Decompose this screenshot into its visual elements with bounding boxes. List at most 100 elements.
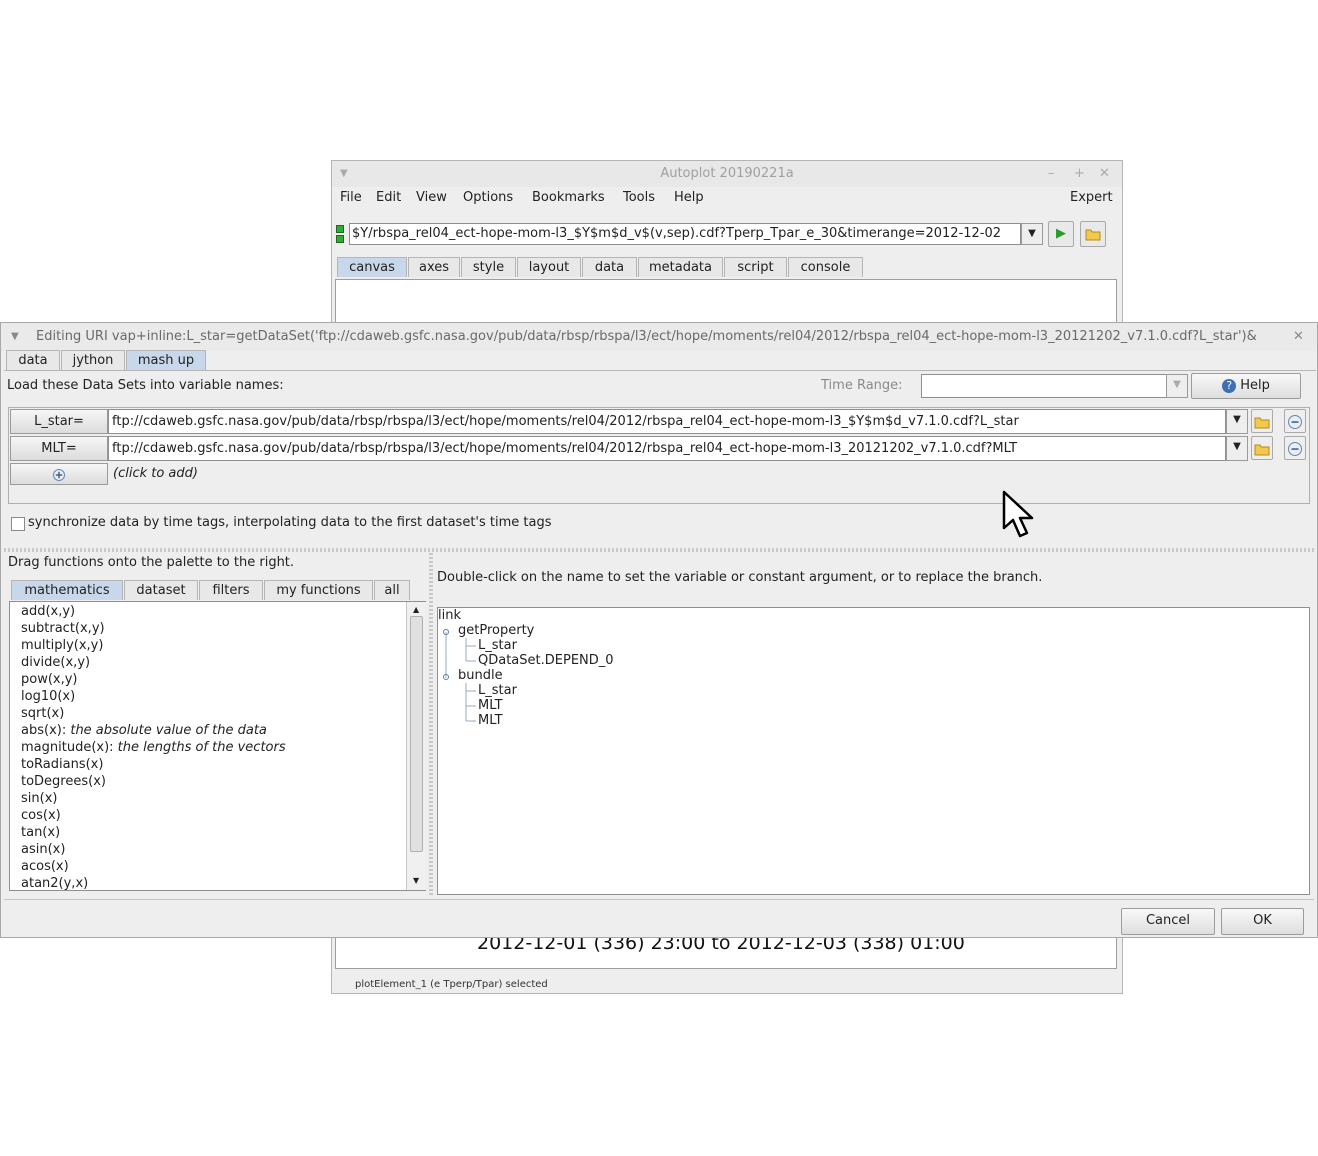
- dataset-uri-input[interactable]: ftp://cdaweb.gsfc.nasa.gov/pub/data/rbsp…: [108, 409, 1226, 434]
- function-list[interactable]: add(x,y) subtract(x,y) multiply(x,y) divide…: [9, 601, 426, 891]
- tree-instructions: Double-click on the name to set the vari…: [437, 570, 1043, 585]
- function-list-item[interactable]: acos(x): [21, 858, 69, 875]
- help-button[interactable]: ? Help: [1191, 373, 1301, 399]
- tree-leaf[interactable]: L_star: [478, 638, 517, 653]
- menu-file[interactable]: File: [340, 187, 362, 209]
- tree-node-getproperty[interactable]: getProperty: [458, 623, 534, 638]
- function-list-item[interactable]: sqrt(x): [21, 705, 64, 722]
- function-list-item[interactable]: add(x,y): [21, 603, 75, 620]
- function-name: atan2(y,x): [21, 876, 89, 891]
- scroll-up-icon[interactable]: ▲: [413, 605, 419, 614]
- dataset-uri-dropdown-button[interactable]: ▼: [1226, 436, 1248, 461]
- dataset-uri-input[interactable]: ftp://cdaweb.gsfc.nasa.gov/pub/data/rbsp…: [108, 436, 1226, 461]
- function-list-item[interactable]: cos(x): [21, 807, 61, 824]
- menu-view[interactable]: View: [416, 187, 447, 209]
- folder-open-icon[interactable]: [1251, 436, 1273, 460]
- tab-canvas[interactable]: canvas: [337, 257, 407, 277]
- function-name: asin(x): [21, 842, 66, 857]
- uri-dropdown-button[interactable]: ▼: [1021, 223, 1043, 245]
- function-list-item[interactable]: asin(x): [21, 841, 65, 858]
- scrollbar-thumb[interactable]: [410, 616, 423, 852]
- sync-label: synchronize data by time tags, interpola…: [28, 515, 552, 530]
- menu-edit[interactable]: Edit: [376, 187, 401, 209]
- function-name: sqrt(x): [21, 706, 65, 721]
- tab-my-functions[interactable]: my functions: [264, 580, 373, 600]
- tree-node-bundle[interactable]: bundle: [458, 668, 503, 683]
- function-name: multiply(x,y): [21, 638, 104, 653]
- uri-input[interactable]: $Y/rbspa_rel04_ect-hope-mom-l3_$Y$m$d_v$…: [349, 223, 1021, 245]
- dialog-titlebar: ▼ Editing URI vap+inline:L_star=getDataS…: [1, 323, 1317, 351]
- folder-open-icon[interactable]: [1080, 221, 1106, 247]
- palette-hint-label: Drag functions onto the palette to the r…: [8, 555, 295, 570]
- function-list-item[interactable]: divide(x,y): [21, 654, 90, 671]
- function-list-item[interactable]: subtract(x,y): [21, 620, 105, 637]
- tab-data[interactable]: data: [582, 257, 637, 277]
- function-list-item[interactable]: toDegrees(x): [21, 773, 106, 790]
- add-icon: [53, 469, 65, 481]
- tab-style[interactable]: style: [461, 257, 516, 277]
- window-menu-icon[interactable]: ▼: [11, 323, 19, 351]
- tab-all[interactable]: all: [374, 580, 410, 600]
- tab-mash-up[interactable]: mash up: [126, 350, 206, 370]
- add-dataset-button[interactable]: [10, 463, 108, 485]
- menu-options[interactable]: Options: [463, 187, 513, 209]
- function-name: subtract(x,y): [21, 621, 105, 636]
- tab-dataset[interactable]: dataset: [124, 580, 198, 600]
- expert-menu[interactable]: Expert: [1070, 187, 1113, 209]
- folder-open-icon[interactable]: [1251, 409, 1273, 433]
- tree-leaf[interactable]: MLT: [478, 713, 503, 728]
- tab-console[interactable]: console: [788, 257, 863, 277]
- window-menu-icon[interactable]: ▼: [340, 161, 348, 187]
- expression-tree[interactable]: link getProperty L_star QDataSet.DEPEND_…: [437, 607, 1310, 895]
- function-list-scrollbar[interactable]: ▲ ▼: [406, 602, 426, 890]
- tab-filters[interactable]: filters: [199, 580, 263, 600]
- function-list-item[interactable]: magnitude(x): the lengths of the vectors: [21, 739, 286, 756]
- function-description: the lengths of the vectors: [117, 740, 286, 755]
- tab-axes[interactable]: axes: [408, 257, 460, 277]
- ok-button[interactable]: OK: [1221, 908, 1304, 935]
- menu-help[interactable]: Help: [674, 187, 704, 209]
- function-list-item[interactable]: sin(x): [21, 790, 57, 807]
- function-name: pow(x,y): [21, 672, 78, 687]
- menu-tools[interactable]: Tools: [623, 187, 655, 209]
- tree-leaf[interactable]: MLT: [478, 698, 503, 713]
- minimize-icon[interactable]: –: [1048, 161, 1055, 187]
- variable-name-button[interactable]: MLT=: [10, 436, 108, 461]
- time-range-input[interactable]: [921, 374, 1167, 398]
- tree-leaf[interactable]: L_star: [478, 683, 517, 698]
- remove-dataset-icon[interactable]: [1284, 409, 1306, 433]
- cancel-button[interactable]: Cancel: [1121, 908, 1215, 935]
- function-list-item[interactable]: atan2(y,x): [21, 875, 89, 891]
- function-name: tan(x): [21, 825, 61, 840]
- function-list-item[interactable]: tan(x): [21, 824, 60, 841]
- time-range-dropdown-button[interactable]: ▼: [1166, 374, 1188, 398]
- variable-name-button[interactable]: L_star=: [10, 409, 108, 434]
- split-divider[interactable]: [4, 548, 1314, 552]
- play-icon[interactable]: ▶: [1048, 221, 1074, 247]
- vertical-split-divider[interactable]: [429, 553, 433, 895]
- tab-mathematics[interactable]: mathematics: [11, 580, 123, 600]
- main-window-title: Autoplot 20190221a: [660, 166, 794, 181]
- function-list-item[interactable]: abs(x): the absolute value of the data: [21, 722, 267, 739]
- close-icon[interactable]: ✕: [1293, 323, 1304, 351]
- sync-checkbox[interactable]: [11, 517, 25, 531]
- close-icon[interactable]: ✕: [1099, 161, 1110, 187]
- dataset-uri-dropdown-button[interactable]: ▼: [1226, 409, 1248, 434]
- scroll-down-icon[interactable]: ▼: [413, 876, 419, 885]
- main-menubar: File Edit View Options Bookmarks Tools H…: [332, 187, 1122, 209]
- tree-leaf[interactable]: QDataSet.DEPEND_0: [478, 653, 614, 668]
- menu-bookmarks[interactable]: Bookmarks: [532, 187, 605, 209]
- tab-data[interactable]: data: [6, 350, 60, 370]
- tab-layout[interactable]: layout: [517, 257, 581, 277]
- help-label: Help: [1240, 378, 1270, 393]
- function-list-item[interactable]: multiply(x,y): [21, 637, 103, 654]
- function-list-item[interactable]: toRadians(x): [21, 756, 103, 773]
- click-to-add-hint[interactable]: (click to add): [113, 466, 198, 481]
- tab-jython[interactable]: jython: [61, 350, 125, 370]
- remove-dataset-icon[interactable]: [1284, 436, 1306, 460]
- function-list-item[interactable]: log10(x): [21, 688, 75, 705]
- maximize-icon[interactable]: +: [1074, 161, 1085, 187]
- tab-metadata[interactable]: metadata: [638, 257, 723, 277]
- function-list-item[interactable]: pow(x,y): [21, 671, 78, 688]
- tab-script[interactable]: script: [724, 257, 787, 277]
